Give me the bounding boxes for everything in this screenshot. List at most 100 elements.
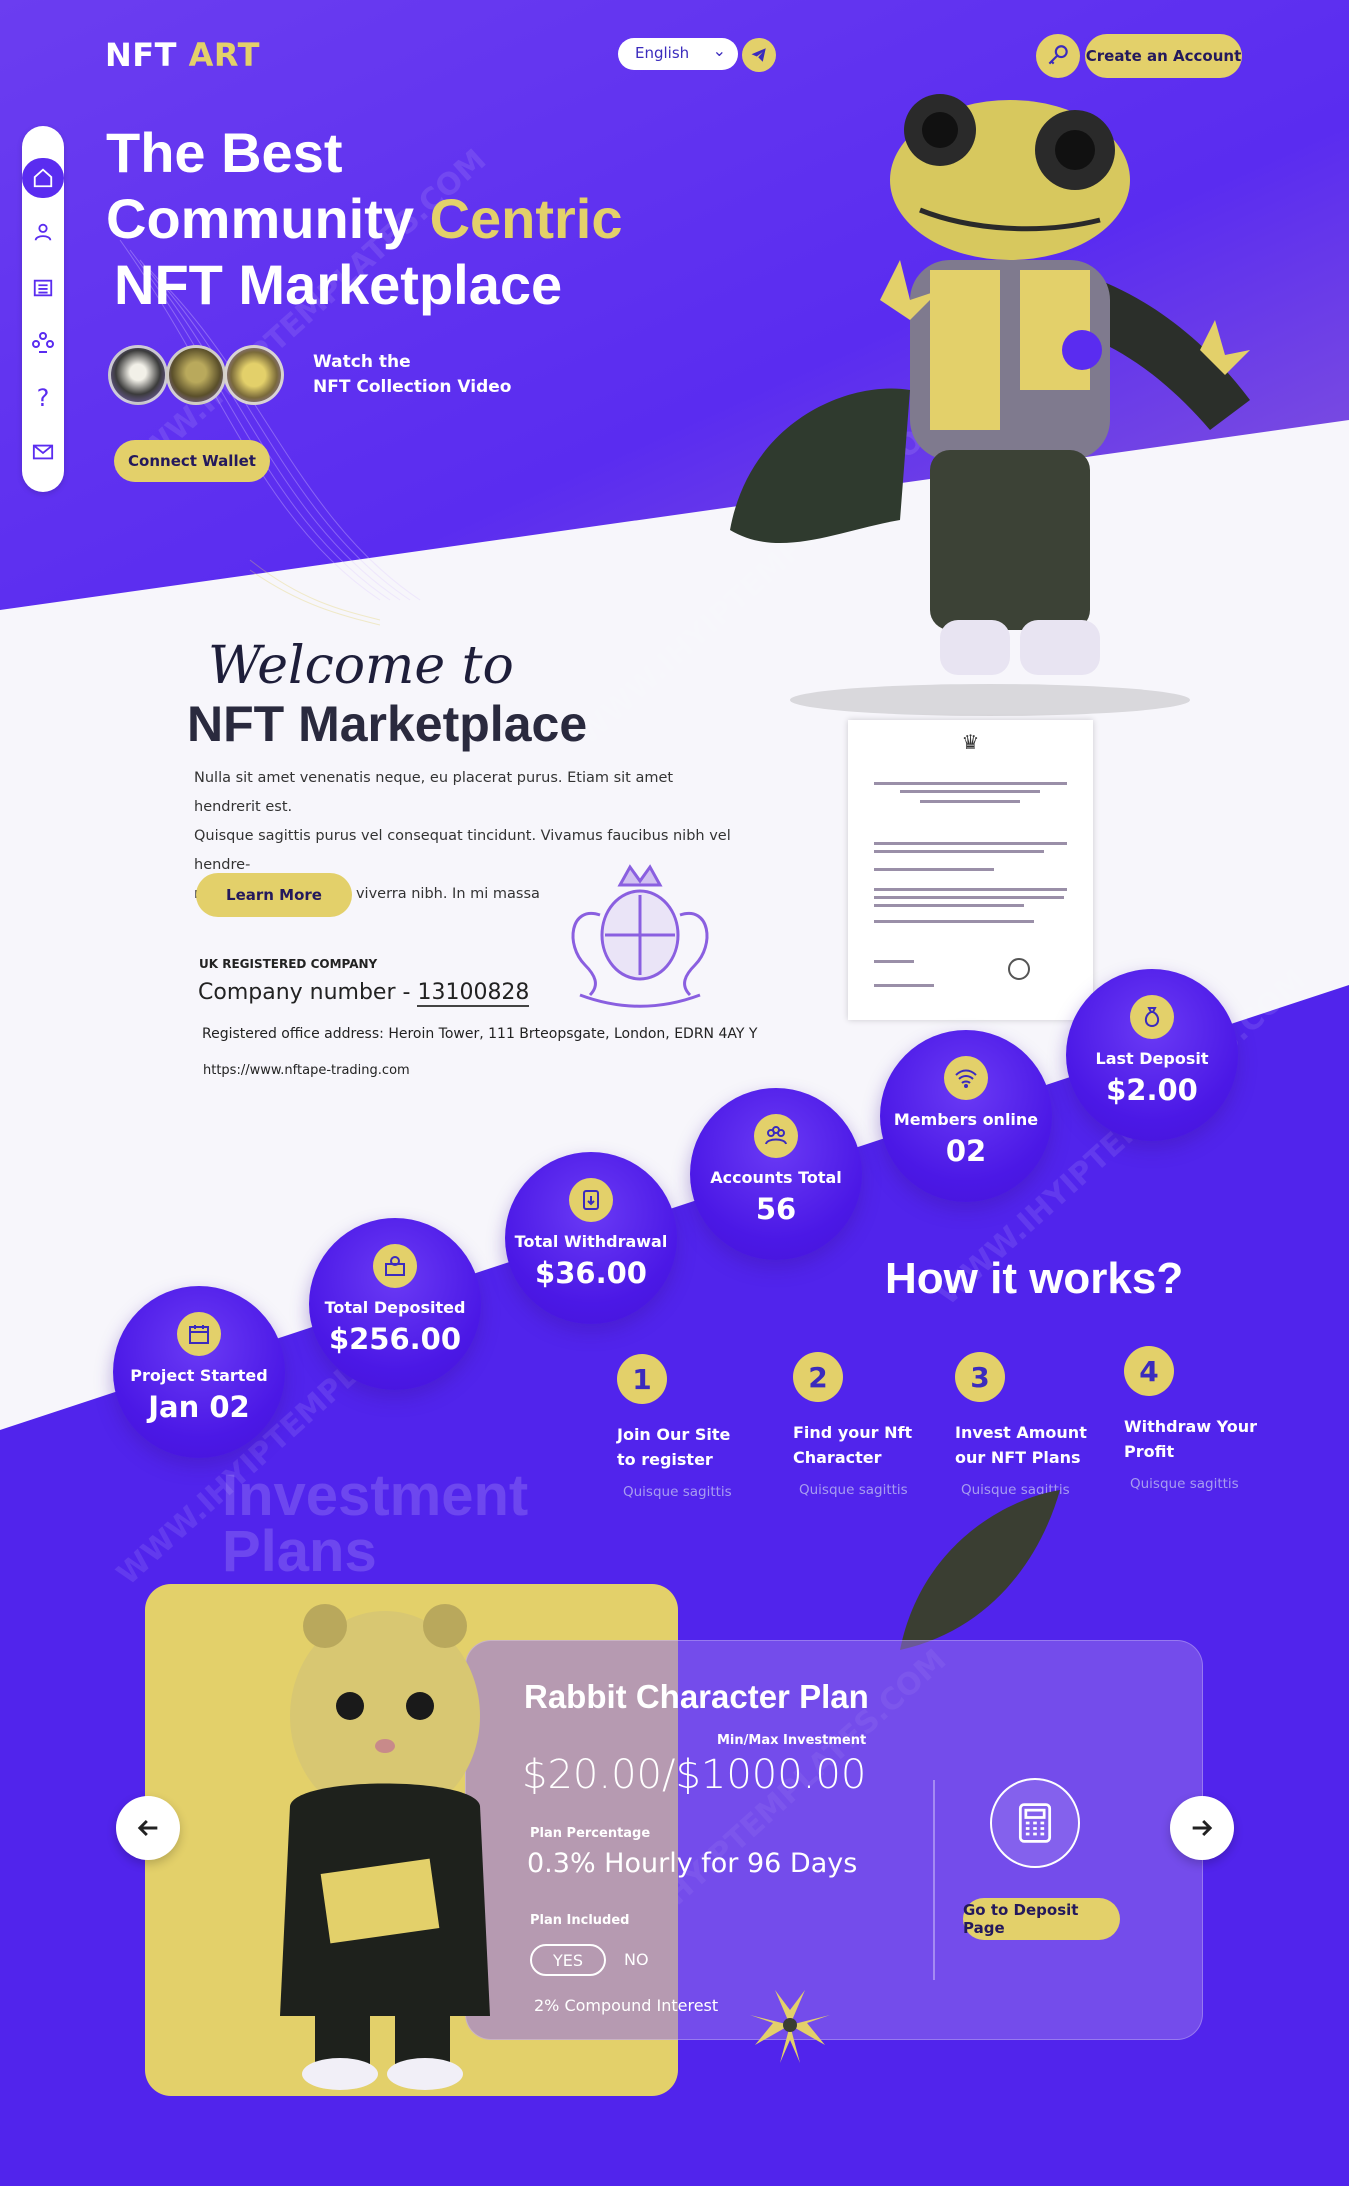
withdraw-icon [569, 1178, 613, 1222]
stat-label: Accounts Total [710, 1168, 842, 1187]
home-icon[interactable] [22, 158, 64, 198]
stat-value: Jan 02 [148, 1390, 250, 1424]
how-step-2: 2 Find your Nft Character Quisque sagitt… [793, 1352, 963, 1498]
incorporation-certificate-image: ♛ [848, 720, 1093, 1020]
company-number-value: 13100828 [417, 980, 530, 1007]
step-title-line2: Character [793, 1448, 882, 1467]
step-number: 2 [793, 1352, 843, 1402]
stat-total-deposited: Total Deposited $256.00 [309, 1218, 481, 1390]
how-step-4: 4 Withdraw Your Profit Quisque sagittis [1124, 1346, 1294, 1492]
stat-members-online: Members online 02 [880, 1030, 1052, 1202]
logo-main: NFT [105, 36, 177, 74]
stat-value: $2.00 [1106, 1073, 1198, 1107]
stat-label: Total Deposited [324, 1298, 466, 1317]
welcome-heading: NFT Marketplace [187, 696, 588, 752]
step-title-line1: Invest Amount [955, 1423, 1087, 1442]
connect-wallet-button[interactable]: Connect Wallet [114, 440, 270, 482]
how-step-1: 1 Join Our Site to register Quisque sagi… [617, 1354, 787, 1500]
ghost-line2: Plans [222, 1519, 377, 1584]
next-arrow-button[interactable] [1170, 1796, 1234, 1860]
how-it-works-title: How it works? [885, 1254, 1184, 1303]
step-number: 1 [617, 1354, 667, 1404]
company-number-label: Company number - [198, 980, 411, 1005]
stat-last-deposit: Last Deposit $2.00 [1066, 969, 1238, 1141]
list-icon[interactable] [22, 268, 64, 308]
hero-title-line3: NFT Marketplace [114, 253, 563, 316]
welcome-script-heading: Welcome to [208, 636, 514, 696]
crest-mini-icon: ♛ [961, 730, 980, 754]
stat-label: Total Withdrawal [514, 1232, 668, 1251]
step-number: 3 [955, 1352, 1005, 1402]
plan-included-label: Plan Included [530, 1913, 630, 1928]
no-option[interactable]: NO [624, 1950, 649, 1969]
step-description: Quisque sagittis [623, 1484, 732, 1500]
calculator-icon [990, 1778, 1080, 1868]
investment-plans-ghost-heading: Investment Plans [222, 1463, 529, 1584]
step-title-line1: Join Our Site [617, 1425, 731, 1444]
stat-accounts-total: Accounts Total 56 [690, 1088, 862, 1260]
stat-total-withdrawal: Total Withdrawal $36.00 [505, 1152, 677, 1324]
chevron-down-icon: ⌄ [712, 41, 726, 60]
go-to-deposit-button[interactable]: Go to Deposit Page [963, 1898, 1120, 1940]
avatar[interactable] [224, 345, 284, 405]
side-navigation: ? [22, 126, 64, 492]
hamster-character-illustration [280, 1604, 490, 2090]
step-title-line1: Find your Nft [793, 1423, 913, 1442]
website-link[interactable]: https://www.nftape-trading.com [203, 1063, 410, 1078]
stat-value: 02 [945, 1134, 987, 1168]
deposit-icon [373, 1244, 417, 1288]
watch-line1: Watch the [313, 352, 411, 372]
step-title-line1: Withdraw Your [1124, 1417, 1258, 1436]
compound-interest: 2% Compound Interest [534, 1996, 719, 2015]
team-icon[interactable] [22, 322, 64, 362]
stat-label: Members online [893, 1110, 1039, 1129]
hero-title-line1: The Best [106, 121, 343, 184]
money-bag-icon [1130, 995, 1174, 1039]
stat-project-started: Project Started Jan 02 [113, 1286, 285, 1458]
help-icon[interactable]: ? [22, 378, 64, 418]
step-title-line2: Profit [1124, 1442, 1175, 1461]
plan-name: Rabbit Character Plan [524, 1678, 869, 1715]
card-divider [933, 1780, 935, 1980]
calendar-icon [177, 1312, 221, 1356]
user-icon[interactable] [22, 212, 64, 252]
step-number: 4 [1124, 1346, 1174, 1396]
uk-registered-label: UK REGISTERED COMPANY [199, 957, 378, 971]
hero-title-line2: Community Centric [106, 186, 623, 252]
prev-arrow-button[interactable] [116, 1796, 180, 1860]
stat-value: $256.00 [328, 1322, 462, 1356]
plan-percentage-label: Plan Percentage [530, 1826, 651, 1841]
watch-line2: NFT Collection Video [313, 377, 512, 397]
ghost-line1: Investment [222, 1463, 529, 1528]
avatar[interactable] [166, 345, 226, 405]
stat-value: 56 [755, 1192, 797, 1226]
welcome-para-line1: Nulla sit amet venenatis neque, eu place… [194, 770, 674, 815]
step-description: Quisque sagittis [1130, 1476, 1239, 1492]
hero-title-centric: Centric [429, 187, 623, 250]
stat-label: Last Deposit [1095, 1049, 1209, 1068]
watch-video-link[interactable]: Watch the NFT Collection Video [313, 350, 512, 400]
stat-label: Project Started [130, 1366, 268, 1385]
plan-percentage-value: 0.3% Hourly for 96 Days [527, 1848, 858, 1879]
language-value: English [635, 44, 690, 62]
minmax-value: $20.00/$1000.00 [522, 1752, 867, 1798]
mail-icon[interactable] [22, 432, 64, 472]
how-step-3: 3 Invest Amount our NFT Plans Quisque sa… [955, 1352, 1125, 1498]
step-title-line2: to register [617, 1450, 713, 1469]
flower-decoration-icon [750, 1990, 830, 2063]
stat-value: $36.00 [535, 1256, 647, 1290]
registered-office: Registered office address: Heroin Tower,… [202, 1026, 758, 1042]
site-logo[interactable]: NFT ART [105, 36, 260, 74]
hero-title: The Best Community Centric NFT Marketpla… [106, 120, 623, 318]
minmax-label: Min/Max Investment [717, 1733, 867, 1748]
accounts-icon [754, 1114, 798, 1158]
frog-character-illustration [730, 94, 1250, 716]
yes-option[interactable]: YES [530, 1944, 606, 1976]
hero-title-community: Community [106, 187, 414, 250]
royal-crest-icon [571, 864, 709, 1008]
logo-accent: ART [188, 36, 260, 74]
avatar[interactable] [108, 345, 168, 405]
company-number: Company number - 13100828 [198, 980, 530, 1007]
learn-more-button[interactable]: Learn More [196, 873, 352, 917]
wifi-icon [944, 1056, 988, 1100]
